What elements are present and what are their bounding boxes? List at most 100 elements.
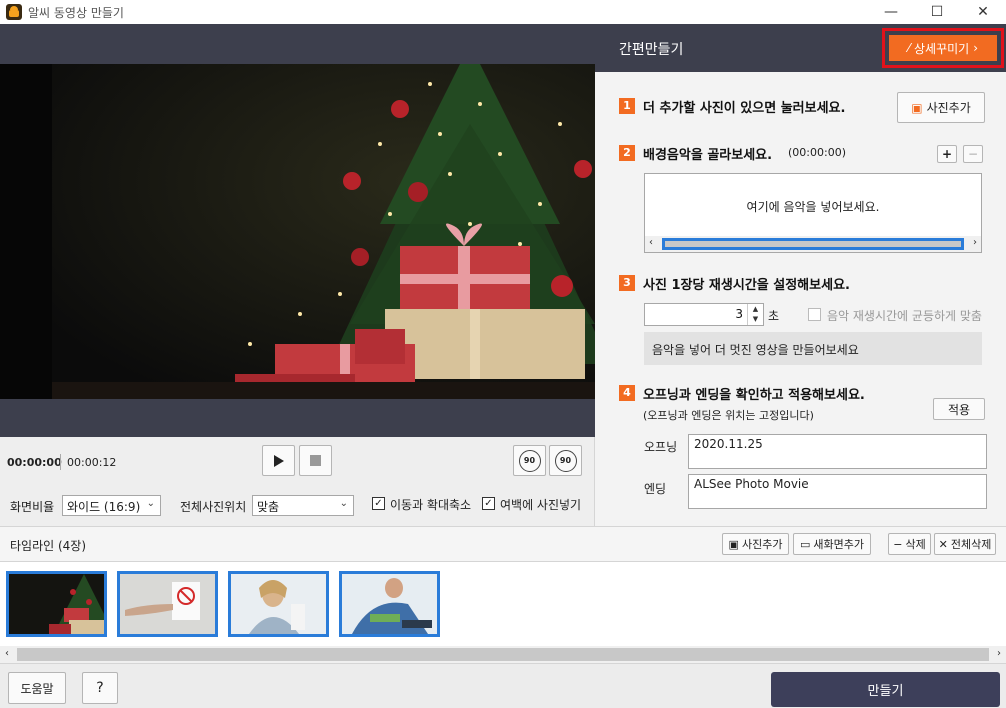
rotate-right-icon: 90 xyxy=(554,449,577,472)
step-3-text: 사진 1장당 재생시간을 설정해보세요. xyxy=(643,278,850,293)
duration-unit: 초 xyxy=(768,309,780,323)
opening-field[interactable]: 2020.11.25 xyxy=(688,434,987,469)
footer-bar: 도움말 ? 만들기 xyxy=(0,663,1006,708)
add-screen-icon: ▭ xyxy=(799,537,811,551)
detail-edit-label: 상세꾸미기 xyxy=(914,41,970,56)
minimize-button[interactable]: — xyxy=(868,0,914,24)
no-smoking-sign-image xyxy=(120,574,215,634)
scrollbar-thumb[interactable] xyxy=(662,238,964,250)
timeline-title: 타임라인 (4장) xyxy=(10,539,87,553)
timeline-thumbnail[interactable] xyxy=(6,571,107,637)
add-music-button[interactable]: + xyxy=(937,145,957,163)
fill-margin-label: 여백에 사진넣기 xyxy=(500,498,582,512)
step-1-text: 더 추가할 사진이 있으면 눌러보세요. xyxy=(643,101,846,116)
play-button[interactable] xyxy=(262,445,295,476)
step-4-text: 오프닝과 엔딩을 확인하고 적용해보세요. xyxy=(643,388,865,403)
add-screen-button[interactable]: ▭ 새화면추가 xyxy=(793,533,871,555)
spinner-arrows[interactable]: ▲ ▼ xyxy=(747,304,763,325)
ending-field[interactable]: ALSee Photo Movie xyxy=(688,474,987,509)
stressed-woman-image xyxy=(231,574,326,634)
music-placeholder: 여기에 음악을 넣어보세요. xyxy=(746,200,880,214)
step-4-number: 4 xyxy=(619,385,635,401)
step-1-number: 1 xyxy=(619,98,635,114)
timeline-add-photo-button[interactable]: ▣ 사진추가 xyxy=(722,533,789,555)
move-zoom-label: 이동과 확대축소 xyxy=(390,498,472,512)
remove-music-button[interactable]: − xyxy=(963,145,983,163)
opening-label: 오프닝 xyxy=(644,440,678,454)
ending-label: 엔딩 xyxy=(644,482,667,496)
stop-button[interactable] xyxy=(299,445,332,476)
apply-button[interactable]: 적용 xyxy=(933,398,985,420)
maximize-button[interactable]: ☐ xyxy=(914,0,960,24)
ratio-select-value: 와이드 (16:9) xyxy=(67,500,141,514)
stop-icon xyxy=(310,455,321,466)
timeline-thumbnail[interactable] xyxy=(228,571,329,637)
rotate-left-button[interactable]: 90 xyxy=(513,445,546,476)
timeline-scrollbar[interactable]: ‹ › xyxy=(0,646,1006,663)
time-divider xyxy=(60,454,61,470)
timeline-add-photo-label: 사진추가 xyxy=(741,538,783,551)
close-icon: ✕ xyxy=(938,537,948,551)
magic-wand-icon: ⁄ xyxy=(907,41,910,55)
music-duration: (00:00:00) xyxy=(788,146,846,159)
title-bar: 알씨 동영상 만들기 — ☐ ✕ xyxy=(0,0,1006,24)
person-with-phone-image xyxy=(342,574,437,634)
ratio-select[interactable]: 와이드 (16:9) ⌄ xyxy=(62,495,161,516)
fit-music-checkbox[interactable] xyxy=(808,308,821,321)
delete-all-label: 전체삭제 xyxy=(950,538,992,551)
scroll-left-icon[interactable]: ‹ xyxy=(5,648,9,659)
rotate-right-button[interactable]: 90 xyxy=(549,445,582,476)
position-label: 전체사진위치 xyxy=(180,500,247,514)
step-2-number: 2 xyxy=(619,145,635,161)
chevron-down-icon: ⌄ xyxy=(146,498,155,509)
fill-margin-checkbox[interactable]: ✓ xyxy=(482,497,495,510)
ratio-label: 화면비율 xyxy=(10,500,55,514)
help-button[interactable]: 도움말 xyxy=(8,672,66,704)
player-controls: 00:00:00 00:00:12 90 90 화면비율 와이드 (16:9) … xyxy=(0,437,595,526)
duration-spinner[interactable]: 3 ▲ ▼ xyxy=(644,303,764,326)
music-hint: 음악을 넣어 더 멋진 영상을 만들어보세요 xyxy=(644,332,982,365)
scroll-right-icon[interactable]: › xyxy=(973,237,977,248)
app-icon xyxy=(6,4,22,20)
rotate-left-icon: 90 xyxy=(518,449,541,472)
add-photo-icon: ▣ xyxy=(911,100,923,115)
timeline-area xyxy=(0,562,1006,646)
preview-top-bar xyxy=(0,24,595,64)
chevron-right-icon: › xyxy=(973,41,979,55)
add-photo-icon: ▣ xyxy=(728,537,739,551)
fit-music-label: 음악 재생시간에 균등하게 맞춤 xyxy=(827,309,982,323)
move-zoom-checkbox[interactable]: ✓ xyxy=(372,497,385,510)
add-screen-label: 새화면추가 xyxy=(813,538,864,551)
add-photo-button[interactable]: ▣ 사진추가 xyxy=(897,92,985,123)
music-drop-area[interactable]: 여기에 음악을 넣어보세요. ‹ › xyxy=(644,173,982,253)
step-2-text: 배경음악을 골라보세요. xyxy=(643,148,773,163)
position-select[interactable]: 맞춤 ⌄ xyxy=(252,495,354,516)
step-4-subtext: (오프닝과 엔딩은 위치는 고정입니다) xyxy=(643,409,814,422)
duration-value: 3 xyxy=(735,307,743,321)
chevron-down-icon: ⌄ xyxy=(339,498,348,509)
close-button[interactable]: ✕ xyxy=(960,0,1006,24)
panel-title: 간편만들기 xyxy=(619,42,684,58)
delete-label: 삭제 xyxy=(905,538,926,551)
timeline-thumbnail[interactable] xyxy=(117,571,218,637)
make-video-button[interactable]: 만들기 xyxy=(771,672,1000,707)
video-preview xyxy=(0,64,595,399)
music-horizontal-scrollbar[interactable]: ‹ › xyxy=(645,236,981,252)
delete-button[interactable]: − 삭제 xyxy=(888,533,931,555)
scroll-left-icon[interactable]: ‹ xyxy=(649,237,653,248)
detail-edit-button[interactable]: ⁄ 상세꾸미기 › xyxy=(889,35,997,61)
position-select-value: 맞춤 xyxy=(257,500,280,514)
question-button[interactable]: ? xyxy=(82,672,118,704)
scroll-right-icon[interactable]: › xyxy=(997,648,1001,659)
preview-image xyxy=(0,64,595,399)
minus-icon: − xyxy=(893,537,903,551)
christmas-gifts-image xyxy=(9,574,104,634)
timeline-thumbnail[interactable] xyxy=(339,571,440,637)
add-photo-label: 사진추가 xyxy=(926,101,971,115)
timeline-scrollbar-thumb[interactable] xyxy=(17,648,989,661)
delete-all-button[interactable]: ✕ 전체삭제 xyxy=(934,533,996,555)
panel-header: 간편만들기 ⁄ 상세꾸미기 › xyxy=(595,24,1006,72)
step-3-number: 3 xyxy=(619,275,635,291)
current-time: 00:00:00 xyxy=(7,456,62,469)
timeline-header: 타임라인 (4장) ▣ 사진추가 ▭ 새화면추가 − 삭제 ✕ 전체삭제 xyxy=(0,526,1006,562)
